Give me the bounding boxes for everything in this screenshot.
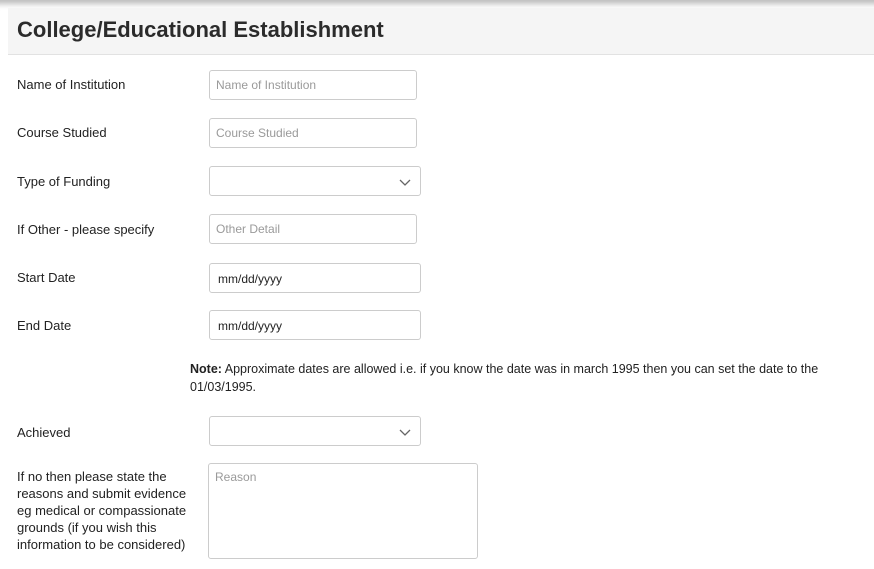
- note-prefix: Note:: [190, 362, 222, 376]
- end-date-input[interactable]: mm/dd/yyyy: [209, 310, 421, 340]
- start-date-value: mm/dd/yyyy: [218, 272, 283, 286]
- start-date-input[interactable]: mm/dd/yyyy: [209, 263, 421, 293]
- achieved-label: Achieved: [17, 425, 71, 440]
- end-date-value: mm/dd/yyyy: [218, 319, 283, 333]
- course-label: Course Studied: [17, 125, 107, 140]
- chevron-down-icon: [399, 179, 411, 186]
- end-date-label: End Date: [17, 318, 72, 333]
- institution-label: Name of Institution: [17, 77, 126, 92]
- institution-input[interactable]: [209, 70, 417, 100]
- course-input[interactable]: [209, 118, 417, 148]
- note-text: Approximate dates are allowed i.e. if yo…: [190, 362, 819, 394]
- funding-label: Type of Funding: [17, 174, 111, 189]
- chevron-down-icon: [399, 429, 411, 436]
- other-label: If Other - please specify: [17, 222, 155, 237]
- panel-header: College/Educational Establishment: [8, 8, 874, 55]
- other-detail-input[interactable]: [209, 214, 417, 244]
- panel-title: College/Educational Establishment: [17, 17, 384, 42]
- start-date-label: Start Date: [17, 270, 76, 285]
- date-note: Note: Approximate dates are allowed i.e.…: [190, 360, 868, 396]
- achieved-select[interactable]: [209, 416, 421, 446]
- reason-textarea[interactable]: [208, 463, 478, 559]
- form-panel: College/Educational Establishment Name o…: [0, 0, 874, 569]
- reason-label: If no then please state the reasons and …: [17, 469, 187, 552]
- funding-select[interactable]: [209, 166, 421, 196]
